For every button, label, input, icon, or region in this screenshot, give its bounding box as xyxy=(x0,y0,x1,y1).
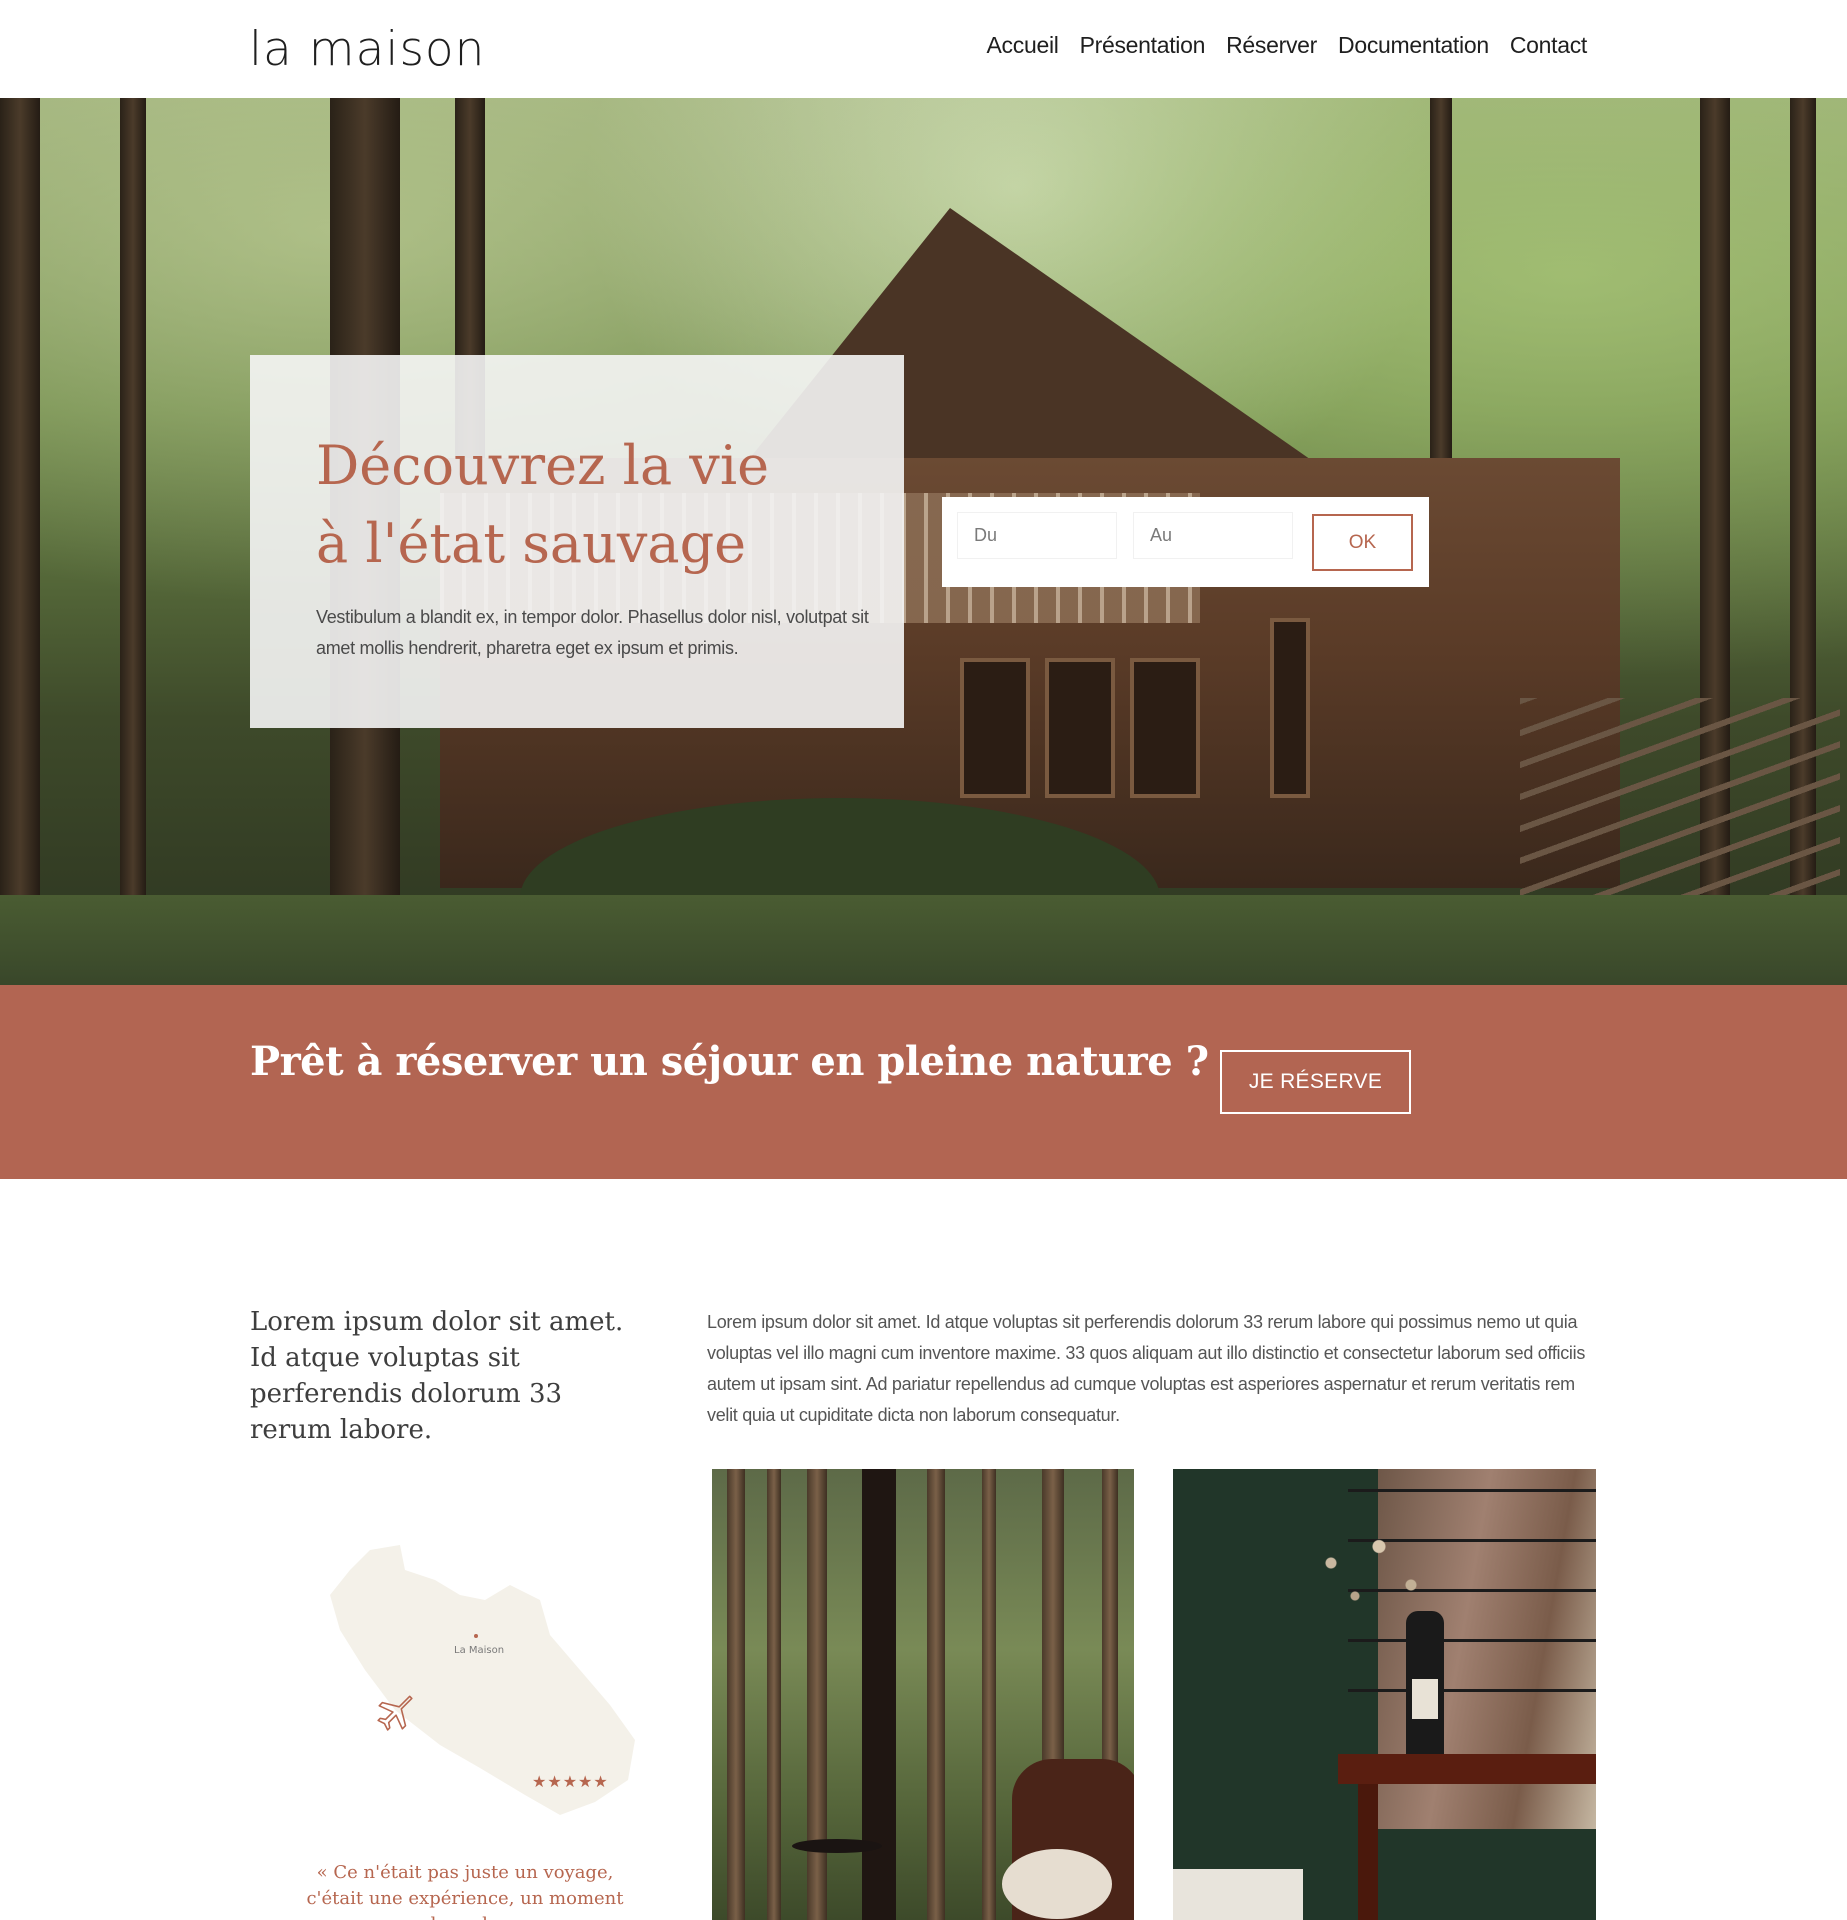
site-header: la maison Accueil Présentation Réserver … xyxy=(0,0,1847,98)
intro-body: Lorem ipsum dolor sit amet. Id atque vol… xyxy=(707,1312,1586,1425)
window-blind xyxy=(1348,1489,1596,1492)
window-blind xyxy=(1348,1689,1596,1692)
hero-card: Découvrez la vie à l'état sauvage Vestib… xyxy=(250,355,904,728)
nav-item-presentation[interactable]: Présentation xyxy=(1080,32,1206,59)
booking-ok-button[interactable]: OK xyxy=(1312,514,1413,571)
cta-heading: Prêt à réserver un séjour en pleine natu… xyxy=(250,1038,1209,1085)
nav-item-reserver[interactable]: Réserver xyxy=(1226,32,1317,59)
hero-title-line2: à l'état sauvage xyxy=(316,512,747,575)
main-nav: Accueil Présentation Réserver Documentat… xyxy=(987,32,1588,59)
rating-stars: ★★★★★ xyxy=(532,1772,609,1791)
date-to-input[interactable] xyxy=(1133,512,1293,559)
map-location-label: La Maison xyxy=(454,1645,505,1656)
testimonial-quote: « Ce n'était pas juste un voyage, c'étai… xyxy=(306,1862,624,1920)
hero-section: Découvrez la vie à l'état sauvage Vestib… xyxy=(0,98,1847,985)
sofa-edge xyxy=(1173,1869,1303,1920)
pine-trunk xyxy=(927,1469,945,1920)
forest-window-photo xyxy=(712,1469,1134,1920)
location-map: La Maison ★★★★★ xyxy=(310,1540,640,1820)
fur-throw xyxy=(1002,1849,1112,1919)
location-marker xyxy=(474,1634,478,1638)
site-logo[interactable]: la maison xyxy=(249,20,485,80)
hero-description: Vestibulum a blandit ex, in tempor dolor… xyxy=(316,607,869,658)
table-leg xyxy=(1358,1784,1378,1920)
nav-item-contact[interactable]: Contact xyxy=(1510,32,1587,59)
airplane-icon xyxy=(377,1695,413,1731)
cabin-window xyxy=(1130,658,1200,798)
nav-item-accueil[interactable]: Accueil xyxy=(987,32,1059,59)
window-blind xyxy=(1348,1639,1596,1642)
hero-title: Découvrez la vie à l'état sauvage xyxy=(316,427,876,583)
reserve-button[interactable]: JE RÉSERVE xyxy=(1220,1050,1411,1114)
cabin-door xyxy=(1270,618,1310,798)
pine-trunk xyxy=(767,1469,781,1920)
pine-trunk xyxy=(982,1469,996,1920)
intro-lead: Lorem ipsum dolor sit amet. Id atque vol… xyxy=(250,1307,624,1445)
wine-table-photo xyxy=(1173,1469,1596,1920)
cabin-window xyxy=(960,658,1030,798)
wooden-table xyxy=(1338,1754,1596,1784)
hero-title-line1: Découvrez la vie xyxy=(316,434,770,497)
booking-form: OK xyxy=(942,497,1429,587)
lawn xyxy=(0,895,1847,985)
wine-bottle-label xyxy=(1412,1679,1438,1719)
nav-item-documentation[interactable]: Documentation xyxy=(1338,32,1489,59)
pine-trunk xyxy=(727,1469,745,1920)
stool xyxy=(792,1839,882,1853)
date-from-input[interactable] xyxy=(957,512,1117,559)
tree-trunk xyxy=(0,98,40,898)
cta-band: Prêt à réserver un séjour en pleine natu… xyxy=(0,985,1847,1179)
window-frame xyxy=(862,1469,896,1920)
cabin-window xyxy=(1045,658,1115,798)
tree-trunk xyxy=(120,98,146,898)
